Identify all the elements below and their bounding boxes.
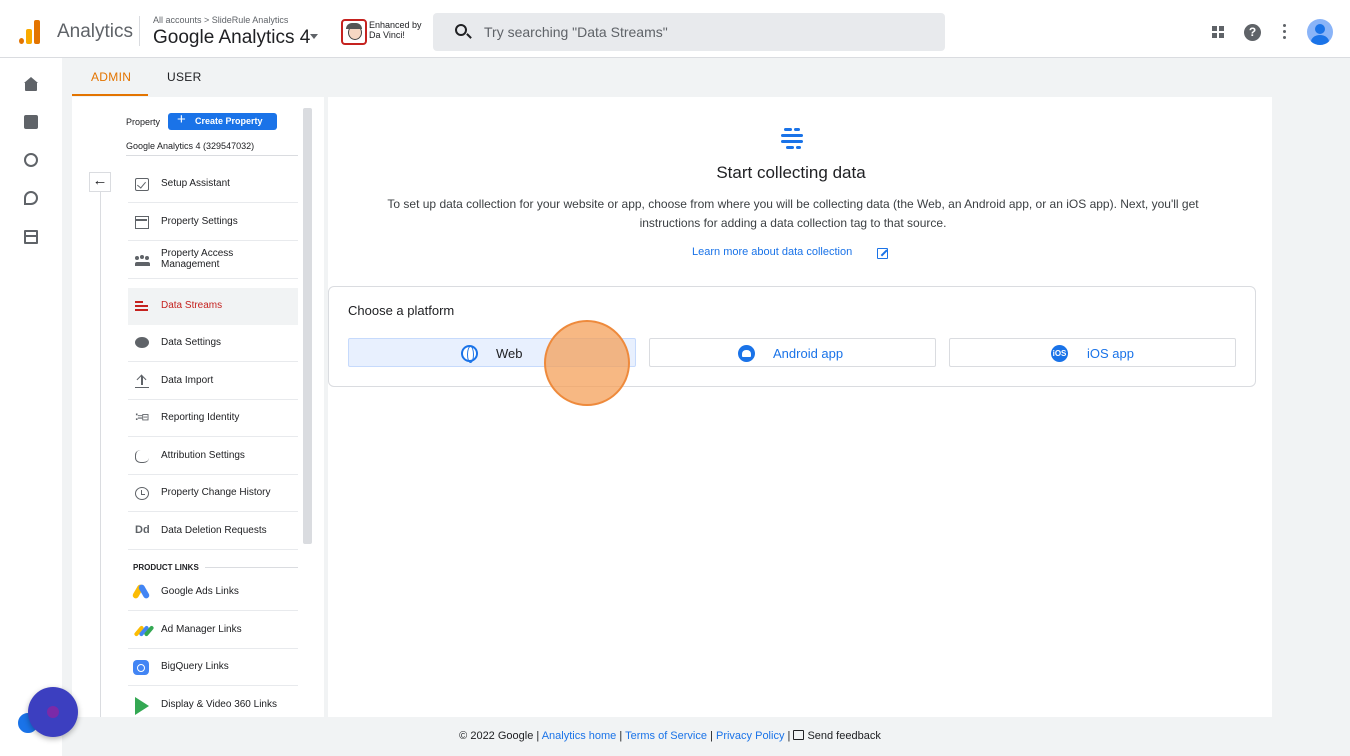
- configure-icon[interactable]: [24, 230, 38, 244]
- sidebar-item-label: Attribution Settings: [161, 450, 245, 461]
- search-input[interactable]: [484, 23, 924, 41]
- tab-admin[interactable]: ADMIN: [91, 70, 131, 84]
- sidebar-item-attribution-settings[interactable]: Attribution Settings: [128, 438, 298, 475]
- sidebar-item-data-streams[interactable]: Data Streams: [128, 288, 298, 325]
- product-links-heading: PRODUCT LINKS: [133, 563, 199, 572]
- data-deletion-icon: Dd: [135, 524, 150, 536]
- more-vert-icon[interactable]: [1283, 24, 1287, 40]
- analytics-logo-icon[interactable]: [19, 20, 41, 44]
- top-app-bar: Analytics All accounts > SlideRule Analy…: [0, 0, 1350, 58]
- platform-label: iOS app: [1087, 346, 1134, 361]
- sidebar-item-label: Data Streams: [161, 300, 223, 311]
- section-divider: [205, 567, 298, 568]
- sidebar-item-bigquery-links[interactable]: BigQuery Links: [128, 649, 298, 686]
- history-icon: [135, 487, 149, 500]
- platform-card: [328, 286, 1256, 387]
- people-icon: [135, 254, 150, 267]
- floating-assistant-button[interactable]: [28, 687, 78, 737]
- sidebar-item-ad-manager-links[interactable]: Ad Manager Links: [128, 612, 298, 649]
- property-name[interactable]: Google Analytics 4 (329547032): [126, 141, 254, 151]
- sidebar-item-data-deletion-requests[interactable]: Dd Data Deletion Requests: [128, 513, 298, 550]
- feedback-icon[interactable]: [793, 730, 805, 740]
- tab-user[interactable]: USER: [167, 70, 202, 84]
- learn-more-link[interactable]: Learn more about data collection: [692, 246, 852, 258]
- google-ads-icon: [131, 583, 151, 600]
- sidebar-item-label: Property Settings: [161, 216, 238, 227]
- platform-ios-button[interactable]: iOS iOS app: [949, 338, 1236, 367]
- active-tab-indicator: [72, 94, 148, 96]
- privacy-link[interactable]: Privacy Policy: [716, 730, 784, 742]
- property-divider: [126, 155, 298, 156]
- sidebar-item-label: Ad Manager Links: [161, 624, 242, 635]
- sidebar-item-property-access-management[interactable]: Property Access Management: [128, 242, 298, 279]
- reporting-identity-icon: ⁚≡⊟: [135, 412, 149, 422]
- sidebar-item-label: Display & Video 360 Links: [161, 699, 277, 710]
- account-avatar[interactable]: [1307, 19, 1333, 45]
- sidebar-item-label: Property Access Management: [161, 248, 234, 270]
- data-streams-icon: [135, 300, 149, 313]
- send-feedback-link[interactable]: Send feedback: [807, 730, 880, 742]
- reports-icon[interactable]: [24, 115, 38, 129]
- chevron-down-icon[interactable]: [310, 34, 318, 39]
- breadcrumb[interactable]: All accounts > SlideRule Analytics: [153, 15, 288, 25]
- help-icon[interactable]: ?: [1244, 24, 1261, 41]
- property-column-label: Property: [126, 117, 161, 127]
- create-property-button[interactable]: Create Property: [168, 111, 277, 130]
- ios-icon: iOS: [1051, 345, 1068, 362]
- search-icon: [455, 24, 467, 36]
- copyright-text: © 2022 Google |: [459, 730, 540, 742]
- terms-link[interactable]: Terms of Service: [625, 730, 707, 742]
- analytics-home-link[interactable]: Analytics home: [542, 730, 617, 742]
- sidebar-item-label: BigQuery Links: [161, 661, 229, 672]
- sidebar-item-data-import[interactable]: Data Import: [128, 363, 298, 400]
- sidebar-item-property-change-history[interactable]: Property Change History: [128, 475, 298, 512]
- platform-android-button[interactable]: Android app: [649, 338, 936, 367]
- click-highlight-marker: [544, 320, 630, 406]
- ad-manager-icon: [133, 624, 155, 637]
- sidebar-item-data-settings[interactable]: Data Settings: [128, 325, 298, 362]
- sidebar-item-label: Property Change History: [161, 487, 271, 498]
- footer-separator: |: [710, 730, 713, 742]
- upload-icon: [135, 375, 149, 388]
- home-icon[interactable]: [24, 77, 38, 91]
- data-streams-icon: [781, 127, 803, 151]
- header-divider: [139, 16, 140, 46]
- sidebar-item-label: Data Import: [161, 375, 214, 386]
- display-video-360-icon: [135, 697, 149, 715]
- database-icon: [135, 337, 149, 348]
- extension-badge-text: Enhanced by Da Vinci!: [369, 20, 422, 40]
- sidebar-item-label: Google Ads Links: [161, 586, 239, 597]
- sidebar-item-reporting-identity[interactable]: ⁚≡⊟ Reporting Identity: [128, 400, 298, 437]
- platform-label: Web: [496, 346, 523, 361]
- search-bar[interactable]: [433, 13, 945, 51]
- platform-label: Android app: [773, 346, 844, 361]
- property-settings-icon: [135, 216, 149, 229]
- sidebar-item-label: Data Deletion Requests: [161, 525, 267, 536]
- advertising-icon[interactable]: [24, 191, 38, 205]
- app-name[interactable]: Analytics: [57, 21, 133, 43]
- sidebar-item-label: Data Settings: [161, 337, 222, 348]
- property-selector[interactable]: Google Analytics 4: [153, 27, 310, 49]
- tree-connector: [100, 192, 101, 717]
- globe-icon: [461, 345, 478, 363]
- sidebar-item-property-settings[interactable]: Property Settings: [128, 204, 298, 241]
- bigquery-icon: [133, 660, 149, 675]
- sidebar-item-label: Reporting Identity: [161, 412, 240, 423]
- sidebar-item-display-video-360-links[interactable]: Display & Video 360 Links: [128, 687, 298, 724]
- open-in-new-icon[interactable]: [877, 248, 888, 259]
- footer-separator: |: [787, 730, 791, 742]
- page-footer: © 2022 Google | Analytics home | Terms o…: [0, 730, 1340, 742]
- attribution-icon: [135, 450, 149, 463]
- page-title: Start collecting data: [716, 163, 866, 182]
- platform-heading: Choose a platform: [348, 303, 455, 318]
- page-description: To set up data collection for your websi…: [387, 197, 1199, 230]
- android-icon: [738, 345, 755, 362]
- da-vinci-extension-icon[interactable]: [341, 19, 367, 45]
- data-streams-content: [328, 97, 1272, 717]
- sidebar-item-google-ads-links[interactable]: Google Ads Links: [128, 574, 298, 611]
- apps-grid-icon[interactable]: [1212, 26, 1224, 38]
- footer-separator: |: [619, 730, 623, 742]
